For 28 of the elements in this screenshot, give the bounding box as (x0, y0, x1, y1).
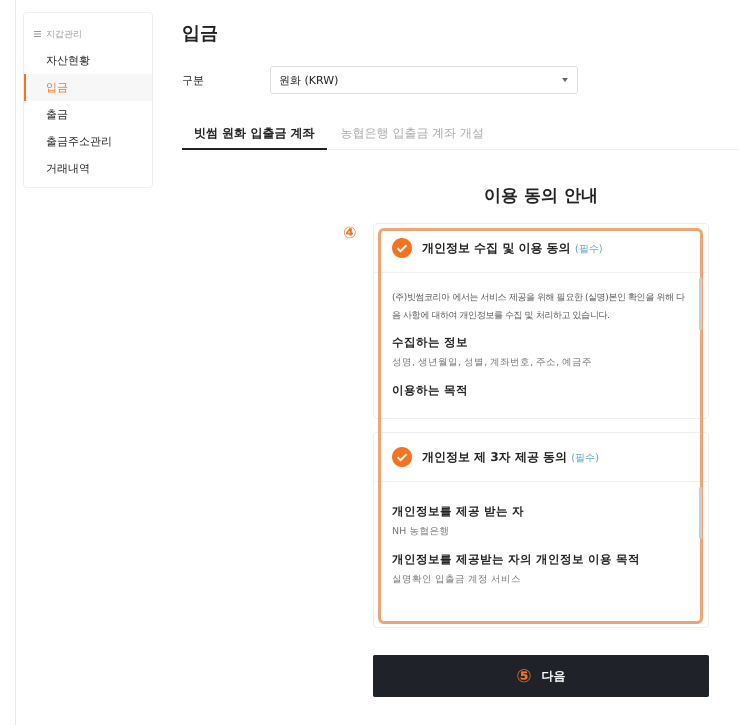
section-heading: 개인정보를 제공 받는 자 (392, 504, 526, 519)
sidebar-heading: 지갑관리 (46, 28, 82, 40)
section-title: 이용 동의 안내 (483, 185, 599, 208)
scrollbar (699, 487, 702, 539)
sidebar-item[interactable]: 자산현황 (24, 47, 152, 74)
sidebar-item[interactable]: 출금주소관리 (24, 128, 152, 155)
section-heading: 이용하는 목적 (392, 383, 470, 398)
section-heading: 수집하는 정보 (392, 335, 470, 350)
step-marker: ④ (343, 223, 357, 242)
agreement-title: 개인정보 수집 및 이용 동의 (필수) (422, 240, 603, 256)
sidebar-item[interactable]: 거래내역 (24, 155, 152, 182)
agreement-title: 개인정보 제 3자 제공 동의 (필수) (422, 448, 600, 466)
page-title: 입금 (182, 22, 219, 45)
tab[interactable]: 빗썸 원화 입출금 계좌 (182, 125, 327, 150)
sidebar-item[interactable]: 출금 (24, 101, 152, 128)
scrollbar (699, 278, 702, 330)
agreement-text: (주)빗썸코리아 에서는 서비스 제공을 위해 필요한 (실명)본인 확인을 위해 다음 사항에 대하여 개인정보를 수집 및 처리하고 있습니다. (392, 292, 686, 323)
caret-icon (562, 78, 568, 82)
field-label: 구분 (182, 72, 205, 88)
section-text: 성명, 생년월일, 성별, 계좌번호, 주소, 예금주 (392, 356, 594, 369)
menu-icon (34, 31, 41, 37)
section-text: 실명확인 입출금 계정 서비스 (392, 573, 522, 586)
section-text: NH 농협은행 (392, 525, 450, 538)
currency-dropdown[interactable]: 원화 (KRW) (270, 66, 578, 94)
checkbox[interactable] (392, 447, 412, 467)
section-heading: 개인정보를 제공받는 자의 개인정보 이용 목적 (392, 552, 642, 567)
next-button[interactable]: ⑤ 다음 (373, 655, 709, 697)
checkbox[interactable] (392, 238, 412, 258)
